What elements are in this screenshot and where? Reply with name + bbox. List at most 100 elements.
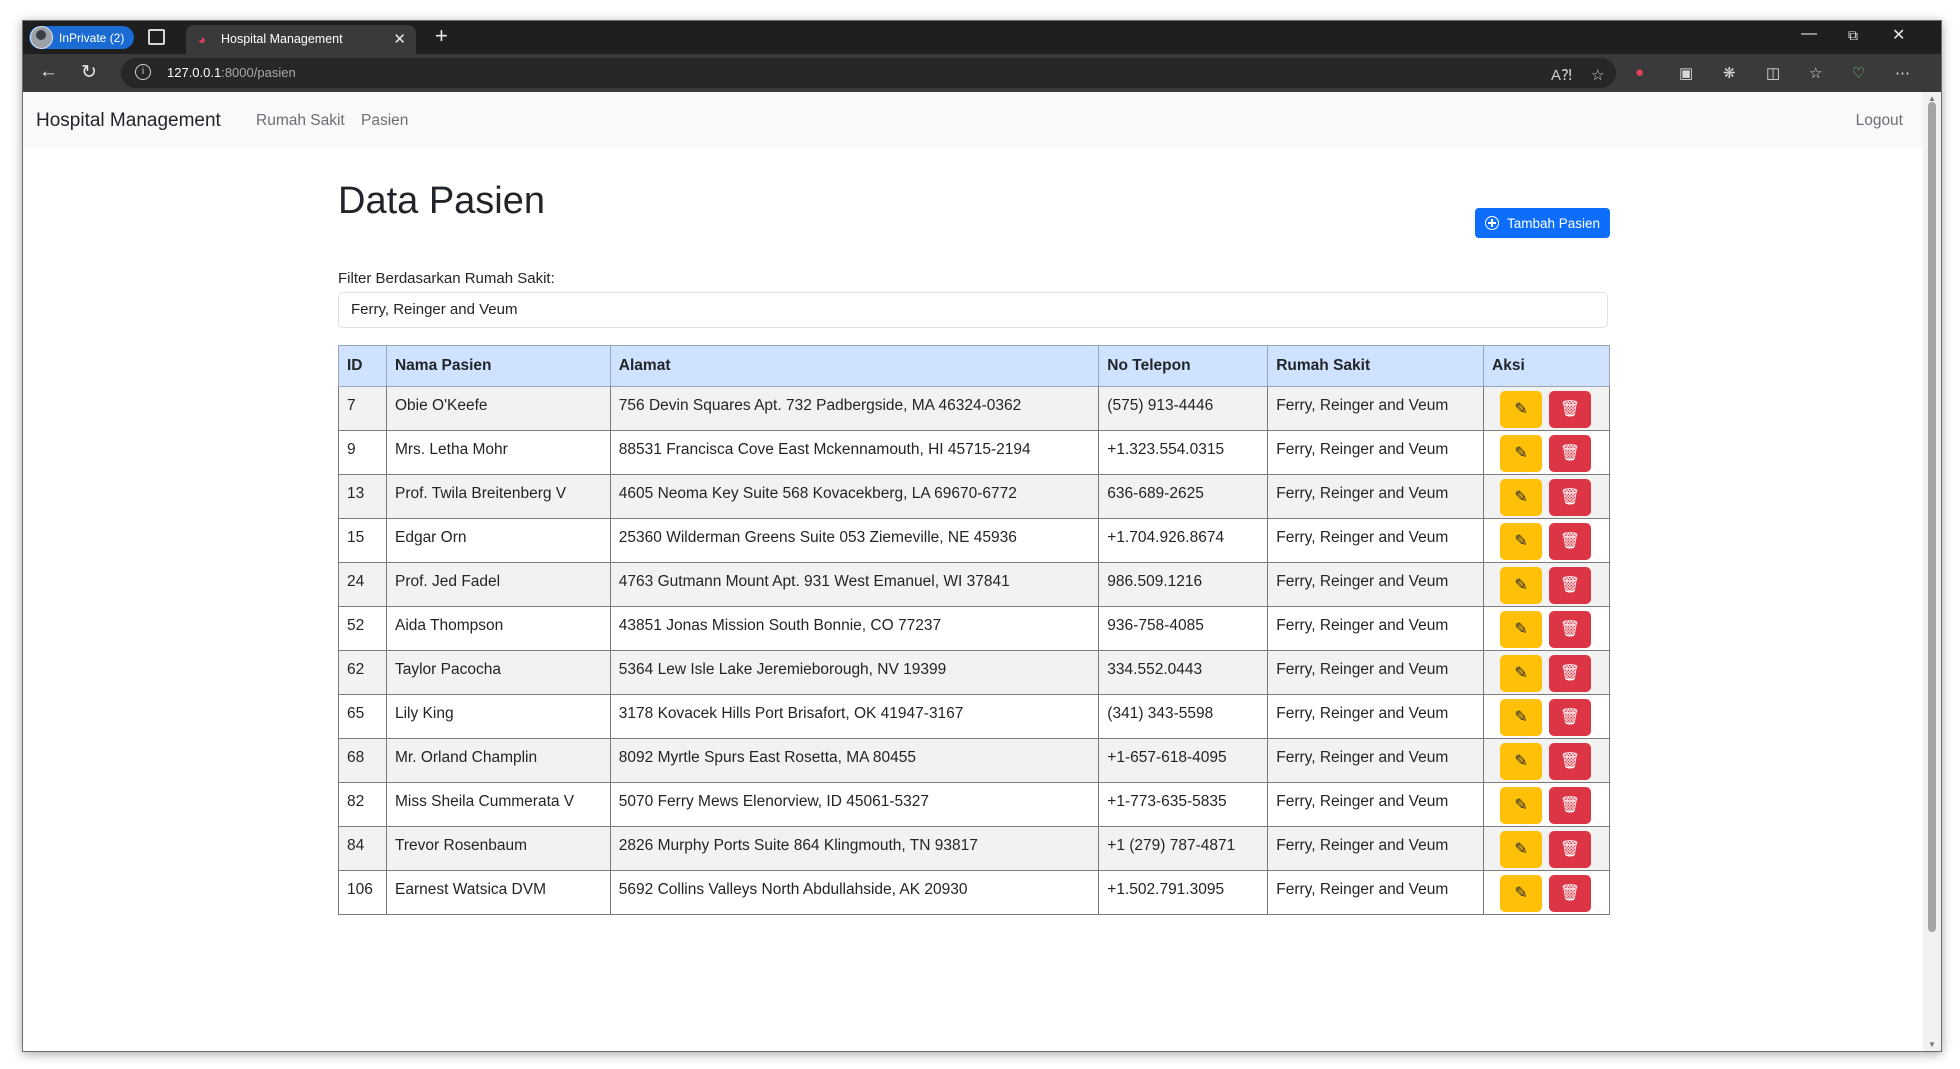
table-row: 52 Aida Thompson 43851 Jonas Mission South… [338, 606, 1610, 651]
column-header: ID [338, 345, 387, 387]
address-bar[interactable]: i 127.0.0.1:8000/pasien A⁈ ☆ [121, 58, 1616, 88]
column-header: Alamat [609, 345, 1100, 387]
edit-button[interactable]: ✎ [1500, 611, 1543, 648]
cell-address: 2826 Murphy Ports Suite 864 Klingmouth, … [609, 826, 1100, 871]
cell-name: Mrs. Letha Mohr [385, 430, 611, 475]
browser-tab[interactable]: ◕ Hospital Management ✕ [186, 25, 416, 54]
extension-icon[interactable]: ● [1635, 64, 1644, 81]
navbar-brand[interactable]: Hospital Management [36, 110, 221, 132]
delete-button[interactable]: 🗑 [1549, 611, 1592, 648]
avatar-icon [30, 26, 53, 49]
refresh-icon[interactable]: ↻ [81, 61, 97, 84]
restore-icon[interactable]: ⧉ [1848, 27, 1858, 44]
vertical-scrollbar[interactable]: ▲ ▼ [1923, 92, 1941, 1051]
new-tab-icon[interactable]: + [435, 23, 448, 49]
edit-button[interactable]: ✎ [1500, 743, 1543, 780]
cell-address: 4605 Neoma Key Suite 568 Kovacekberg, LA… [609, 474, 1100, 519]
cell-name: Earnest Watsica DVM [385, 870, 611, 915]
edit-button[interactable]: ✎ [1500, 831, 1543, 868]
edit-button[interactable]: ✎ [1500, 479, 1543, 516]
delete-button[interactable]: 🗑 [1549, 391, 1592, 428]
close-tab-icon[interactable]: ✕ [393, 30, 406, 48]
edit-button[interactable]: ✎ [1500, 787, 1543, 824]
read-aloud-icon[interactable]: A⁈ [1551, 66, 1572, 84]
site-info-icon[interactable]: i [135, 64, 151, 80]
delete-button[interactable]: 🗑 [1549, 831, 1592, 868]
delete-button[interactable]: 🗑 [1549, 699, 1592, 736]
cell-name: Edgar Orn [385, 518, 611, 563]
cell-address: 4763 Gutmann Mount Apt. 931 West Emanuel… [609, 562, 1100, 607]
cell-id: 7 [338, 386, 387, 431]
page-title: Data Pasien [338, 180, 546, 222]
profile-button[interactable]: InPrivate (2) [29, 26, 134, 49]
delete-button[interactable]: 🗑 [1549, 567, 1592, 604]
extensions-puzzle-icon[interactable]: ❋ [1723, 64, 1736, 82]
cell-hospital: Ferry, Reinger and Veum [1267, 782, 1485, 827]
cell-hospital: Ferry, Reinger and Veum [1267, 870, 1485, 915]
trash-icon: 🗑 [1559, 885, 1581, 902]
trash-icon: 🗑 [1559, 577, 1581, 594]
browser-essentials-icon[interactable]: ♡ [1852, 64, 1865, 82]
edit-button[interactable]: ✎ [1500, 699, 1543, 736]
trash-icon: 🗑 [1559, 489, 1581, 506]
web-page: Hospital Management Rumah Sakit Pasien L… [23, 92, 1923, 1051]
edit-button[interactable]: ✎ [1500, 435, 1543, 472]
hospital-filter-select[interactable]: Ferry, Reinger and Veum [338, 292, 1608, 328]
delete-button[interactable]: 🗑 [1549, 875, 1592, 912]
column-header: No Telepon [1098, 345, 1269, 387]
nav-link-rumah-sakit[interactable]: Rumah Sakit [256, 112, 345, 130]
edit-button[interactable]: ✎ [1500, 391, 1543, 428]
add-patient-button[interactable]: Tambah Pasien [1475, 208, 1610, 238]
cell-actions: ✎ 🗑 [1483, 870, 1610, 915]
favicon-icon: ◕ [198, 32, 206, 47]
edit-button[interactable]: ✎ [1500, 875, 1543, 912]
favorites-icon[interactable]: ☆ [1809, 64, 1822, 82]
edit-button[interactable]: ✎ [1500, 523, 1543, 560]
cell-address: 3178 Kovacek Hills Port Brisafort, OK 41… [609, 694, 1100, 739]
cell-hospital: Ferry, Reinger and Veum [1267, 738, 1485, 783]
close-window-icon[interactable]: ✕ [1892, 25, 1905, 45]
nav-link-pasien[interactable]: Pasien [361, 112, 408, 130]
extension-2-icon[interactable]: ▣ [1679, 64, 1693, 82]
split-screen-icon[interactable]: ◫ [1766, 64, 1780, 82]
cell-hospital: Ferry, Reinger and Veum [1267, 386, 1485, 431]
delete-button[interactable]: 🗑 [1549, 435, 1592, 472]
logout-link[interactable]: Logout [1856, 112, 1903, 130]
cell-actions: ✎ 🗑 [1483, 606, 1610, 651]
back-icon[interactable]: ← [39, 61, 58, 83]
favorite-star-icon[interactable]: ☆ [1591, 66, 1604, 84]
add-patient-label: Tambah Pasien [1507, 215, 1601, 231]
edit-icon: ✎ [1514, 753, 1528, 770]
delete-button[interactable]: 🗑 [1549, 787, 1592, 824]
scroll-down-icon[interactable]: ▼ [1928, 1040, 1936, 1049]
profile-label: InPrivate (2) [59, 30, 125, 45]
trash-icon: 🗑 [1559, 445, 1581, 462]
address-bar-row: ← ↻ i 127.0.0.1:8000/pasien A⁈ ☆ ● ▣ ❋ ◫… [23, 54, 1941, 92]
tab-bar: InPrivate (2) ◕ Hospital Management ✕ + … [23, 21, 1941, 54]
edit-icon: ✎ [1514, 621, 1528, 638]
top-navbar: Hospital Management Rumah Sakit Pasien L… [23, 92, 1923, 148]
tab-actions-icon[interactable] [148, 29, 165, 45]
cell-phone: +1 (279) 787-4871 [1098, 826, 1269, 871]
cell-id: 106 [338, 870, 387, 915]
cell-hospital: Ferry, Reinger and Veum [1267, 562, 1485, 607]
cell-id: 82 [338, 782, 387, 827]
table-row: 106 Earnest Watsica DVM 5692 Collins Valle… [338, 870, 1610, 915]
more-menu-icon[interactable]: ⋯ [1895, 64, 1910, 82]
edit-icon: ✎ [1514, 797, 1528, 814]
scrollbar-thumb[interactable] [1928, 102, 1936, 932]
edit-button[interactable]: ✎ [1500, 655, 1543, 692]
delete-button[interactable]: 🗑 [1549, 523, 1592, 560]
cell-id: 62 [338, 650, 387, 695]
cell-address: 8092 Myrtle Spurs East Rosetta, MA 80455 [609, 738, 1100, 783]
cell-hospital: Ferry, Reinger and Veum [1267, 650, 1485, 695]
table-row: 84 Trevor Rosenbaum 2826 Murphy Ports Suit… [338, 826, 1610, 871]
cell-name: Lily King [385, 694, 611, 739]
edit-button[interactable]: ✎ [1500, 567, 1543, 604]
delete-button[interactable]: 🗑 [1549, 743, 1592, 780]
cell-hospital: Ferry, Reinger and Veum [1267, 826, 1485, 871]
cell-address: 756 Devin Squares Apt. 732 Padbergside, … [609, 386, 1100, 431]
delete-button[interactable]: 🗑 [1549, 655, 1592, 692]
minimize-icon[interactable]: — [1801, 25, 1817, 43]
delete-button[interactable]: 🗑 [1549, 479, 1592, 516]
